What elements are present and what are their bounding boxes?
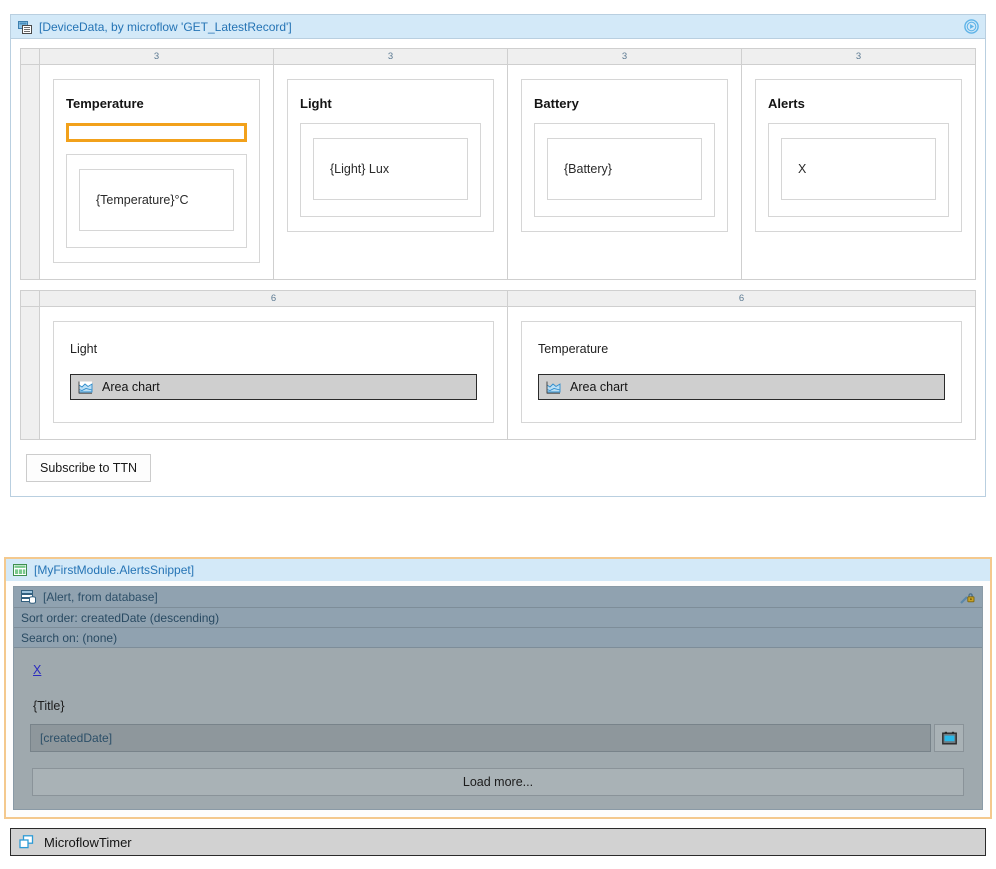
layout-grid-row1[interactable]: 3 3 3 3 Temperature {Temperature}°C Ligh… — [20, 48, 976, 280]
grid-cell-temperature-chart[interactable]: Temperature Area chart — [508, 307, 975, 439]
card-value-alerts[interactable]: X — [781, 138, 936, 200]
grid-row-handle[interactable] — [21, 65, 40, 279]
grid-row2-cells: Light Area chart Temperature Area chart — [21, 307, 975, 439]
grid-row2-column-headers: 6 6 — [21, 291, 975, 307]
snippet-container[interactable]: [MyFirstModule.AlertsSnippet] [Alert, fr… — [4, 557, 992, 819]
card-light-chart[interactable]: Light Area chart — [53, 321, 494, 423]
card-title: Temperature — [66, 96, 144, 111]
column-header[interactable]: 3 — [742, 49, 975, 64]
listview-title: [Alert, from database] — [43, 590, 158, 604]
alert-action-link[interactable]: X — [33, 663, 41, 677]
listview-header[interactable]: [Alert, from database] — [14, 587, 982, 608]
widget-label: Area chart — [102, 380, 160, 394]
listview-alert[interactable]: [Alert, from database] Sort order: creat… — [13, 586, 983, 810]
chart-card-title: Temperature — [538, 342, 609, 356]
snippet-title: [MyFirstModule.AlertsSnippet] — [34, 563, 195, 577]
column-header[interactable]: 3 — [274, 49, 508, 64]
area-chart-icon — [546, 381, 561, 394]
card-inner-battery[interactable]: {Battery} — [534, 123, 715, 217]
alert-title-text[interactable]: {Title} — [33, 699, 973, 713]
dataview-title: [DeviceData, by microflow 'GET_LatestRec… — [39, 19, 292, 34]
microflow-timer-icon — [19, 835, 34, 849]
snippet-icon — [13, 564, 27, 576]
snippet-body: [Alert, from database] Sort order: creat… — [6, 581, 990, 817]
card-value-temperature[interactable]: {Temperature}°C — [79, 169, 234, 231]
card-alerts[interactable]: Alerts X — [755, 79, 962, 232]
listview-content: X {Title} [createdDate] Load more... — [14, 648, 982, 809]
listview-icon — [21, 590, 36, 604]
widget-area-chart-temperature[interactable]: Area chart — [538, 374, 945, 400]
grid-corner-cell — [21, 49, 40, 64]
microflow-timer-label: MicroflowTimer — [44, 834, 132, 850]
listview-sort-order[interactable]: Sort order: createdDate (descending) — [14, 608, 982, 628]
widget-label: Area chart — [570, 380, 628, 394]
grid-row1-column-headers: 3 3 3 3 — [21, 49, 975, 65]
card-title: Alerts — [768, 96, 805, 111]
play-circle-icon[interactable] — [964, 19, 979, 34]
load-more-button[interactable]: Load more... — [32, 768, 964, 796]
card-battery[interactable]: Battery {Battery} — [521, 79, 728, 232]
grid-cell-battery[interactable]: Battery {Battery} — [508, 65, 742, 279]
snippet-header[interactable]: [MyFirstModule.AlertsSnippet] — [6, 559, 990, 581]
dataview-header[interactable]: [DeviceData, by microflow 'GET_LatestRec… — [11, 15, 985, 39]
selected-empty-widget[interactable] — [66, 123, 247, 142]
card-inner-light[interactable]: {Light} Lux — [300, 123, 481, 217]
grid-corner-cell — [21, 291, 40, 306]
dataview-body: 3 3 3 3 Temperature {Temperature}°C Ligh… — [11, 39, 985, 496]
created-date-input[interactable]: [createdDate] — [30, 724, 931, 752]
column-header[interactable]: 6 — [508, 291, 975, 306]
microflow-timer-widget[interactable]: MicroflowTimer — [10, 828, 986, 856]
dataview-icon — [18, 20, 32, 34]
calendar-icon[interactable] — [934, 724, 964, 752]
lock-icon[interactable] — [960, 590, 976, 605]
layout-grid-row2[interactable]: 6 6 Light Area chart Temperature Area ch… — [20, 290, 976, 440]
listview-search-on[interactable]: Search on: (none) — [14, 628, 982, 648]
grid-cell-alerts[interactable]: Alerts X — [742, 65, 975, 279]
card-value-battery[interactable]: {Battery} — [547, 138, 702, 200]
grid-row1-cells: Temperature {Temperature}°C Light {Light… — [21, 65, 975, 279]
card-light[interactable]: Light {Light} Lux — [287, 79, 494, 232]
column-header[interactable]: 3 — [40, 49, 274, 64]
column-header[interactable]: 3 — [508, 49, 742, 64]
grid-cell-light-chart[interactable]: Light Area chart — [40, 307, 508, 439]
card-inner-alerts[interactable]: X — [768, 123, 949, 217]
dataview-container[interactable]: [DeviceData, by microflow 'GET_LatestRec… — [10, 14, 986, 497]
widget-area-chart-light[interactable]: Area chart — [70, 374, 477, 400]
card-temperature[interactable]: Temperature {Temperature}°C — [53, 79, 260, 263]
list-item[interactable]: X {Title} [createdDate] — [23, 657, 973, 752]
grid-cell-light[interactable]: Light {Light} Lux — [274, 65, 508, 279]
grid-cell-temperature[interactable]: Temperature {Temperature}°C — [40, 65, 274, 279]
page-editor-canvas: [DeviceData, by microflow 'GET_LatestRec… — [0, 0, 996, 869]
created-date-row: [createdDate] — [30, 724, 964, 752]
card-title: Light — [300, 96, 332, 111]
card-inner-temperature[interactable]: {Temperature}°C — [66, 154, 247, 248]
subscribe-to-ttn-button[interactable]: Subscribe to TTN — [26, 454, 152, 482]
card-title: Battery — [534, 96, 579, 111]
grid-row-handle[interactable] — [21, 307, 40, 439]
column-header[interactable]: 6 — [40, 291, 508, 306]
area-chart-icon — [78, 381, 93, 394]
chart-card-title: Light — [70, 342, 98, 356]
button-row: Subscribe to TTN — [20, 440, 976, 488]
card-value-light[interactable]: {Light} Lux — [313, 138, 468, 200]
card-temperature-chart[interactable]: Temperature Area chart — [521, 321, 962, 423]
